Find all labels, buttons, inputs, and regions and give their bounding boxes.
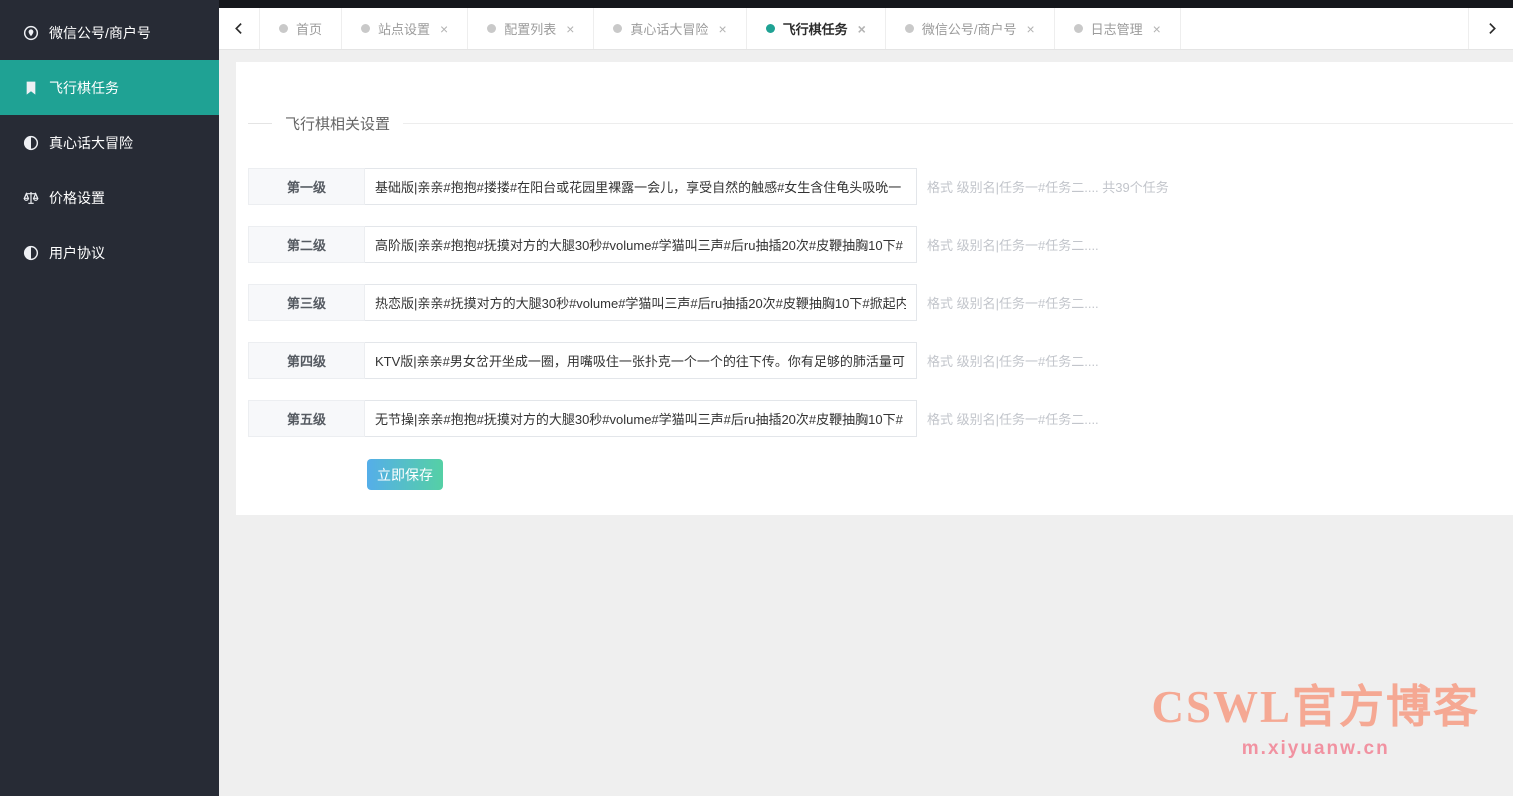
sidebar-item-label: 飞行棋任务 [49,78,119,98]
tab-label: 配置列表 [504,19,556,38]
level-3-input[interactable] [365,284,917,321]
tab-site-settings[interactable]: 站点设置 × [342,8,468,49]
level-5-label: 第五级 [248,400,365,437]
close-icon[interactable]: × [718,22,726,36]
tab-flight-chess-tasks[interactable]: 飞行棋任务 × [747,8,886,49]
level-5-hint: 格式 级别名|任务一#任务二.... [927,409,1099,428]
watermark-title: CSWL官方博客 [1151,683,1480,733]
level-2-label: 第二级 [248,226,365,263]
tab-status-dot [613,24,622,33]
bookmark-icon [22,79,39,96]
sidebar-item-truth-or-dare[interactable]: 真心话大冒险 [0,115,219,170]
level-4-label: 第四级 [248,342,365,379]
wechat-official-account-icon [22,24,39,41]
tabs-scroll-right-button[interactable] [1468,8,1513,49]
close-icon[interactable]: × [440,22,448,36]
sidebar-item-flight-chess-tasks[interactable]: 飞行棋任务 [0,60,219,115]
save-button[interactable]: 立即保存 [367,459,443,490]
tab-label: 站点设置 [378,19,430,38]
watermark-url: m.xiyuanw.cn [1151,738,1480,760]
tab-status-dot [905,24,914,33]
close-icon[interactable]: × [1026,22,1034,36]
sidebar-item-user-agreement[interactable]: 用户协议 [0,225,219,280]
level-5-input[interactable] [365,400,917,437]
sidebar-item-label: 用户协议 [49,243,105,263]
level-4-hint: 格式 级别名|任务一#任务二.... [927,351,1099,370]
level-2-hint: 格式 级别名|任务一#任务二.... [927,235,1099,254]
tab-status-dot [487,24,496,33]
level-rows: 第一级 格式 级别名|任务一#任务二.... 共39个任务 第二级 格式 级别名… [248,168,1513,437]
tab-status-dot [361,24,370,33]
tabs-scroll-left-button[interactable] [219,8,260,49]
top-dark-strip [219,0,1513,8]
tab-label: 日志管理 [1091,19,1143,38]
level-3-label: 第三级 [248,284,365,321]
level-1-row: 第一级 格式 级别名|任务一#任务二.... 共39个任务 [248,168,1513,205]
sidebar-item-label: 微信公号/商户号 [49,23,151,43]
tab-home[interactable]: 首页 [260,8,342,49]
tab-label: 微信公号/商户号 [922,19,1017,38]
tabbar-spacer [1181,8,1468,49]
close-icon[interactable]: × [566,22,574,36]
tab-label: 飞行棋任务 [783,19,848,38]
level-3-hint: 格式 级别名|任务一#任务二.... [927,293,1099,312]
level-5-row: 第五级 格式 级别名|任务一#任务二.... [248,400,1513,437]
tab-wechat-account[interactable]: 微信公号/商户号 × [886,8,1055,49]
level-4-input[interactable] [365,342,917,379]
tab-status-dot [1074,24,1083,33]
level-1-label: 第一级 [248,168,365,205]
close-icon[interactable]: × [1153,22,1161,36]
tab-truth-or-dare[interactable]: 真心话大冒险 × [594,8,746,49]
level-4-row: 第四级 格式 级别名|任务一#任务二.... [248,342,1513,379]
level-3-row: 第三级 格式 级别名|任务一#任务二.... [248,284,1513,321]
divider-line [403,123,1513,124]
sidebar: 微信公号/商户号 飞行棋任务 真心话大冒险 价格设置 用户协议 [0,0,219,796]
tab-bar: 首页 站点设置 × 配置列表 × 真心话大冒险 × 飞行棋任务 × 微信公号/商… [219,8,1513,50]
sidebar-item-label: 真心话大冒险 [49,133,133,153]
divider-line [248,123,272,124]
watermark: CSWL官方博客 m.xiyuanw.cn [1151,683,1480,760]
tab-label: 首页 [296,19,322,38]
tab-label: 真心话大冒险 [630,19,708,38]
level-1-hint: 格式 级别名|任务一#任务二.... 共39个任务 [927,177,1169,196]
settings-card: 飞行棋相关设置 第一级 格式 级别名|任务一#任务二.... 共39个任务 第二… [236,62,1513,515]
sidebar-item-label: 价格设置 [49,188,105,208]
section-divider: 飞行棋相关设置 [248,112,1513,134]
tab-log-management[interactable]: 日志管理 × [1055,8,1181,49]
tab-config-list[interactable]: 配置列表 × [468,8,594,49]
level-2-input[interactable] [365,226,917,263]
sidebar-item-wechat-account[interactable]: 微信公号/商户号 [0,5,219,60]
level-2-row: 第二级 格式 级别名|任务一#任务二.... [248,226,1513,263]
scales-icon [22,189,39,206]
close-icon[interactable]: × [858,22,866,36]
sidebar-item-price-settings[interactable]: 价格设置 [0,170,219,225]
half-circle-icon [22,244,39,261]
tab-status-dot [279,24,288,33]
section-title: 飞行棋相关设置 [285,113,390,134]
tab-status-dot [766,24,775,33]
half-circle-icon [22,134,39,151]
level-1-input[interactable] [365,168,917,205]
